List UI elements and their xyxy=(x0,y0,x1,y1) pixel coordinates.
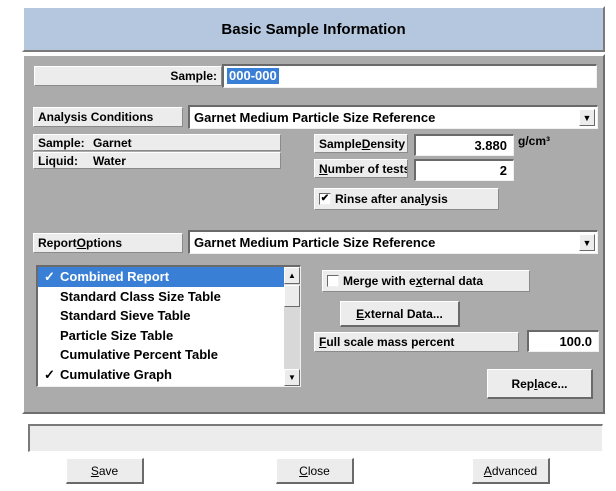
sample-input[interactable]: 000-000 xyxy=(222,64,597,88)
window-title-bar: Basic Sample Information xyxy=(22,6,605,52)
close-button[interactable]: Close xyxy=(276,458,354,484)
sample-density-value: 3.880 xyxy=(474,138,507,153)
report-list-item-label: Cumulative Graph xyxy=(60,366,172,382)
sample-density-label-accel: D xyxy=(361,136,371,151)
report-list-item[interactable]: ✓ Cumulative Graph xyxy=(38,365,300,385)
number-of-tests-input[interactable]: 2 xyxy=(414,159,514,181)
advanced-label-accel: A xyxy=(483,463,492,478)
full-scale-label-post: ull scale mass percent xyxy=(326,335,455,349)
report-list-item[interactable]: Standard Sieve Table xyxy=(38,306,300,326)
analysis-conditions-label: Analysis Conditions xyxy=(33,107,183,127)
number-of-tests-label-post: umber of tests xyxy=(327,161,408,176)
window-title: Basic Sample Information xyxy=(221,20,406,38)
full-scale-label-accel: F xyxy=(319,335,327,349)
main-panel: Sample: 000-000 Analysis Conditions Garn… xyxy=(22,54,605,414)
report-list-item[interactable]: Particle Size Table xyxy=(38,326,300,346)
analysis-sample-value: Garnet xyxy=(93,135,132,150)
report-list-item-label: Particle Size Table xyxy=(60,327,174,343)
sample-label-box: Sample: xyxy=(34,66,222,86)
merge-external-data-checkbox[interactable]: Merge with e x ternal data xyxy=(322,270,530,292)
replace-label-post: ace... xyxy=(537,376,568,391)
analysis-liquid-label: Liquid: xyxy=(38,153,78,168)
status-bar xyxy=(28,424,603,452)
report-options-label-post: ptions xyxy=(86,236,123,250)
merge-label-accel: x xyxy=(415,274,423,288)
full-scale-value: 100.0 xyxy=(559,334,592,349)
analysis-liquid-value: Water xyxy=(93,153,126,168)
scroll-down-icon[interactable]: ▼ xyxy=(284,369,300,386)
sample-density-input[interactable]: 3.880 xyxy=(414,134,514,156)
sample-density-unit: g/cm³ xyxy=(518,134,551,148)
scroll-thumb[interactable] xyxy=(284,285,300,307)
merge-label-post: ternal data xyxy=(422,274,484,288)
advanced-label-post: dvanced xyxy=(491,463,538,478)
rinse-after-analysis-checkbox[interactable]: ✔ Rinse after ana l ysis xyxy=(314,188,499,210)
save-label-post: ave xyxy=(98,463,119,478)
sample-density-label: Sample Density xyxy=(314,134,408,153)
report-options-dropdown[interactable]: Garnet Medium Particle Size Reference ▼ xyxy=(188,230,598,254)
chevron-down-icon[interactable]: ▼ xyxy=(579,234,595,251)
full-scale-label: Full scale mass percent xyxy=(314,332,519,352)
report-options-label-accel: O xyxy=(76,236,87,250)
rinse-label-post: ysis xyxy=(424,192,448,206)
report-list-item-label: Combined Report xyxy=(60,269,170,284)
save-button[interactable]: Save xyxy=(66,458,144,484)
scrollbar[interactable]: ▲ ▼ xyxy=(284,267,300,386)
report-list-item-label: Standard Class Size Table xyxy=(60,288,221,304)
checkbox-icon xyxy=(327,275,339,287)
report-list-item[interactable]: Standard Class Size Table xyxy=(38,287,300,307)
external-data-label-post: xternal Data... xyxy=(364,306,443,321)
merge-label-pre: Merge with e xyxy=(343,274,416,288)
full-scale-input[interactable]: 100.0 xyxy=(527,330,599,352)
analysis-conditions-dropdown[interactable]: Garnet Medium Particle Size Reference ▼ xyxy=(188,105,598,129)
replace-button[interactable]: Rep l ace... xyxy=(487,369,593,399)
analysis-sample-label: Sample: xyxy=(38,135,85,150)
report-items: ✓ Combined Report Standard Class Size Tabl… xyxy=(38,267,300,384)
analysis-sample-row: Sample: Garnet xyxy=(33,134,281,151)
report-list-item-label: Standard Sieve Table xyxy=(60,308,191,323)
sample-input-value: 000-000 xyxy=(227,68,279,84)
sample-density-label-post: ensity xyxy=(370,136,406,151)
sample-label: Sample: xyxy=(170,69,217,83)
report-list-item-label: Cumulative Percent Table xyxy=(60,347,218,362)
report-list-item[interactable]: ✓ Combined Report xyxy=(38,267,300,287)
external-data-label-accel: E xyxy=(356,306,365,321)
external-data-button[interactable]: External Data... xyxy=(340,301,460,327)
analysis-liquid-row: Liquid: Water xyxy=(33,152,281,169)
number-of-tests-label: Number of tests xyxy=(314,159,408,178)
close-label-post: lose xyxy=(307,463,330,478)
close-label-accel: C xyxy=(299,463,308,478)
analysis-conditions-label-text: Analysis Conditions xyxy=(38,110,154,124)
number-of-tests-value: 2 xyxy=(499,163,507,178)
save-label-accel: S xyxy=(90,463,99,478)
advanced-button[interactable]: Advanced xyxy=(472,458,550,484)
number-of-tests-label-accel: N xyxy=(319,161,328,176)
report-options-selected: Garnet Medium Particle Size Reference xyxy=(194,235,436,250)
check-icon: ✓ xyxy=(44,269,55,284)
check-icon: ✔ xyxy=(319,193,331,205)
report-options-label-pre: Report xyxy=(38,236,77,250)
chevron-down-icon[interactable]: ▼ xyxy=(579,109,595,126)
check-icon: ✓ xyxy=(44,366,55,382)
analysis-conditions-selected: Garnet Medium Particle Size Reference xyxy=(194,110,436,125)
report-options-label: Report Options xyxy=(33,233,183,253)
scroll-up-icon[interactable]: ▲ xyxy=(284,267,300,284)
report-list-item[interactable]: Cumulative Percent Table xyxy=(38,345,300,365)
replace-label-pre: Rep xyxy=(511,376,535,391)
rinse-label-pre: Rinse after ana xyxy=(335,192,422,206)
sample-density-label-pre: Sample xyxy=(319,136,362,151)
report-list[interactable]: ✓ Combined Report Standard Class Size Tabl… xyxy=(36,265,301,387)
